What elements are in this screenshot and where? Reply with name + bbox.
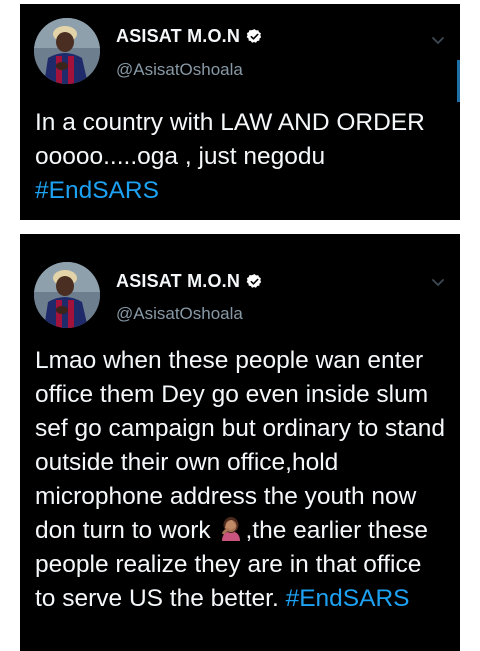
name-row: ASISAT M.O.N bbox=[116, 26, 263, 47]
avatar[interactable] bbox=[34, 262, 100, 328]
display-name[interactable]: ASISAT M.O.N bbox=[116, 26, 240, 47]
display-name[interactable]: ASISAT M.O.N bbox=[116, 271, 240, 292]
name-row: ASISAT M.O.N bbox=[116, 271, 263, 292]
verified-badge-icon bbox=[246, 274, 262, 288]
tweet-text: In a country with LAW AND ORDER ooooo...… bbox=[35, 106, 448, 208]
verified-badge-icon bbox=[246, 29, 262, 43]
tweet-text-body: In a country with LAW AND ORDER ooooo...… bbox=[35, 109, 432, 170]
chevron-down-icon[interactable] bbox=[430, 274, 446, 290]
tweet-card[interactable]: ASISAT M.O.N @AsisatOshoala In a country… bbox=[20, 4, 460, 220]
handle[interactable]: @AsisatOshoala bbox=[116, 60, 243, 80]
woman-facepalming-emoji-icon bbox=[222, 517, 241, 541]
hashtag-link[interactable]: #EndSARS bbox=[286, 585, 410, 612]
chevron-down-icon[interactable] bbox=[430, 32, 446, 48]
scroll-indicator bbox=[457, 60, 460, 102]
handle[interactable]: @AsisatOshoala bbox=[116, 304, 243, 324]
avatar[interactable] bbox=[34, 18, 100, 84]
hashtag-link[interactable]: #EndSARS bbox=[35, 177, 159, 204]
tweet-card[interactable]: ASISAT M.O.N @AsisatOshoala Lmao when th… bbox=[20, 234, 460, 651]
tweet-text: Lmao when these people wan enter office … bbox=[35, 344, 448, 616]
